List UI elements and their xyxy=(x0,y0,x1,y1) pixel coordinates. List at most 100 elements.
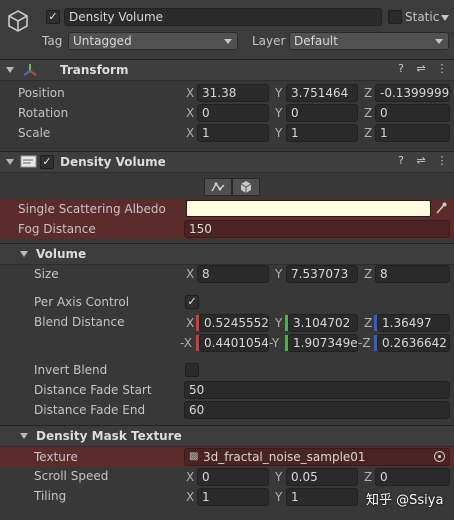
transform-foldout-icon[interactable] xyxy=(6,67,14,73)
texture-object-field[interactable]: 3d_fractal_noise_sample01 xyxy=(184,448,450,466)
x-axis-label[interactable]: X xyxy=(186,124,194,142)
rotation-y-field[interactable]: 0 xyxy=(286,104,358,122)
y-axis-label[interactable]: Y xyxy=(275,314,282,332)
distance-fade-end-field[interactable]: 60 xyxy=(184,401,450,419)
static-dropdown-arrow-icon[interactable] xyxy=(441,15,449,21)
eyedropper-icon[interactable] xyxy=(435,201,447,215)
volume-foldout-icon[interactable] xyxy=(20,251,28,257)
size-label: Size xyxy=(34,267,59,281)
z-axis-label[interactable]: Z xyxy=(364,84,372,102)
cube-icon xyxy=(240,181,252,193)
z-axis-label[interactable]: Z xyxy=(364,314,372,332)
distance-fade-start-label: Distance Fade Start xyxy=(34,383,152,397)
context-menu-icon[interactable]: ⋮ xyxy=(436,155,448,167)
transform-title: Transform xyxy=(60,63,129,77)
x-axis-label[interactable]: X xyxy=(186,84,194,102)
layer-dropdown[interactable]: Default xyxy=(289,32,449,50)
preset-icon[interactable]: ⇌ xyxy=(415,63,427,75)
y-axis-label[interactable]: Y xyxy=(275,124,282,142)
layer-label: Layer xyxy=(252,34,286,48)
neg-x-axis-label[interactable]: -X xyxy=(180,334,192,352)
neg-z-axis-label[interactable]: -Z xyxy=(358,334,371,352)
x-axis-label[interactable]: X xyxy=(186,488,194,506)
tiling-label: Tiling xyxy=(34,489,67,503)
texture-value: 3d_fractal_noise_sample01 xyxy=(203,450,366,464)
y-axis-label[interactable]: Y xyxy=(275,104,282,122)
x-axis-label[interactable]: X xyxy=(186,314,194,332)
help-icon[interactable]: ? xyxy=(395,155,407,167)
x-axis-label[interactable]: X xyxy=(186,265,194,283)
tiling-x-field[interactable]: 1 xyxy=(197,488,269,506)
per-axis-control-checkbox[interactable]: ✓ xyxy=(185,295,199,309)
density-volume-title: Density Volume xyxy=(60,155,166,169)
distance-fade-start-field[interactable]: 50 xyxy=(184,381,450,399)
blend-neg-z-field[interactable]: 0.2636642 xyxy=(377,334,450,352)
density-volume-enabled-checkbox[interactable]: ✓ xyxy=(40,155,54,169)
blend-z-field[interactable]: 1.36497 xyxy=(377,314,450,332)
blend-neg-y-field[interactable]: 1.907349e- xyxy=(288,334,358,352)
scale-label: Scale xyxy=(18,126,51,140)
z-axis-label[interactable]: Z xyxy=(364,468,372,486)
tag-dropdown[interactable]: Untagged xyxy=(68,32,238,50)
distance-fade-end-label: Distance Fade End xyxy=(34,403,146,417)
gameobject-cube-icon xyxy=(8,10,28,32)
edit-bounds-button[interactable] xyxy=(204,178,232,196)
rotation-z-field[interactable]: 0 xyxy=(375,104,450,122)
fog-distance-field[interactable]: 150 xyxy=(184,220,450,238)
context-menu-icon[interactable]: ⋮ xyxy=(436,63,448,75)
transform-axes-icon xyxy=(23,64,37,76)
tag-label: Tag xyxy=(42,34,63,48)
y-axis-label[interactable]: Y xyxy=(275,84,282,102)
position-z-field[interactable]: -0.1399999 xyxy=(375,84,450,102)
y-axis-label[interactable]: Y xyxy=(275,468,282,486)
y-axis-label[interactable]: Y xyxy=(275,265,282,283)
scroll-speed-x-field[interactable]: 0 xyxy=(197,468,269,486)
edit-shape-icon xyxy=(211,182,225,192)
position-x-field[interactable]: 31.38 xyxy=(197,84,269,102)
z-axis-label[interactable]: Z xyxy=(364,124,372,142)
blend-neg-x-field[interactable]: 0.4401054 xyxy=(199,334,269,352)
x-axis-label[interactable]: X xyxy=(186,468,194,486)
density-mask-title: Density Mask Texture xyxy=(36,429,182,443)
invert-blend-checkbox[interactable] xyxy=(185,363,199,377)
object-name-field[interactable]: Density Volume xyxy=(64,8,382,26)
blend-x-field[interactable]: 0.5245552 xyxy=(199,314,269,332)
object-picker-icon[interactable] xyxy=(434,451,445,462)
active-checkbox[interactable]: ✓ xyxy=(46,10,60,24)
scale-z-field[interactable]: 1 xyxy=(375,124,450,142)
rotation-label: Rotation xyxy=(18,106,69,120)
position-y-field[interactable]: 3.751464 xyxy=(286,84,358,102)
chevron-down-icon xyxy=(435,39,443,44)
size-y-field[interactable]: 7.537073 xyxy=(286,265,358,283)
position-label: Position xyxy=(18,86,65,100)
blend-y-field[interactable]: 3.104702 xyxy=(288,314,358,332)
per-axis-control-label: Per Axis Control xyxy=(34,295,130,309)
scale-y-field[interactable]: 1 xyxy=(286,124,358,142)
invert-blend-label: Invert Blend xyxy=(34,363,108,377)
size-z-field[interactable]: 8 xyxy=(375,265,450,283)
scale-x-field[interactable]: 1 xyxy=(197,124,269,142)
neg-y-axis-label[interactable]: -Y xyxy=(269,334,279,352)
density-volume-foldout-icon[interactable] xyxy=(6,159,14,165)
fog-distance-label: Fog Distance xyxy=(18,222,96,236)
z-axis-label[interactable]: Z xyxy=(364,265,372,283)
scroll-speed-label: Scroll Speed xyxy=(34,469,109,483)
static-checkbox[interactable] xyxy=(388,10,402,24)
tiling-y-field[interactable]: 1 xyxy=(286,488,358,506)
chevron-down-icon xyxy=(224,39,232,44)
texture-3d-icon: ▩ xyxy=(189,451,199,462)
texture-label: Texture xyxy=(34,450,78,464)
size-x-field[interactable]: 8 xyxy=(197,265,269,283)
y-axis-label[interactable]: Y xyxy=(275,488,282,506)
script-icon xyxy=(20,155,37,168)
scroll-speed-z-field[interactable]: 0 xyxy=(375,468,450,486)
edit-volume-button[interactable] xyxy=(232,178,260,196)
help-icon[interactable]: ? xyxy=(395,63,407,75)
scroll-speed-y-field[interactable]: 0.05 xyxy=(286,468,358,486)
x-axis-label[interactable]: X xyxy=(186,104,194,122)
preset-icon[interactable]: ⇌ xyxy=(415,155,427,167)
rotation-x-field[interactable]: 0 xyxy=(197,104,269,122)
density-mask-foldout-icon[interactable] xyxy=(20,433,28,439)
z-axis-label[interactable]: Z xyxy=(364,104,372,122)
albedo-color-swatch[interactable] xyxy=(186,200,431,217)
